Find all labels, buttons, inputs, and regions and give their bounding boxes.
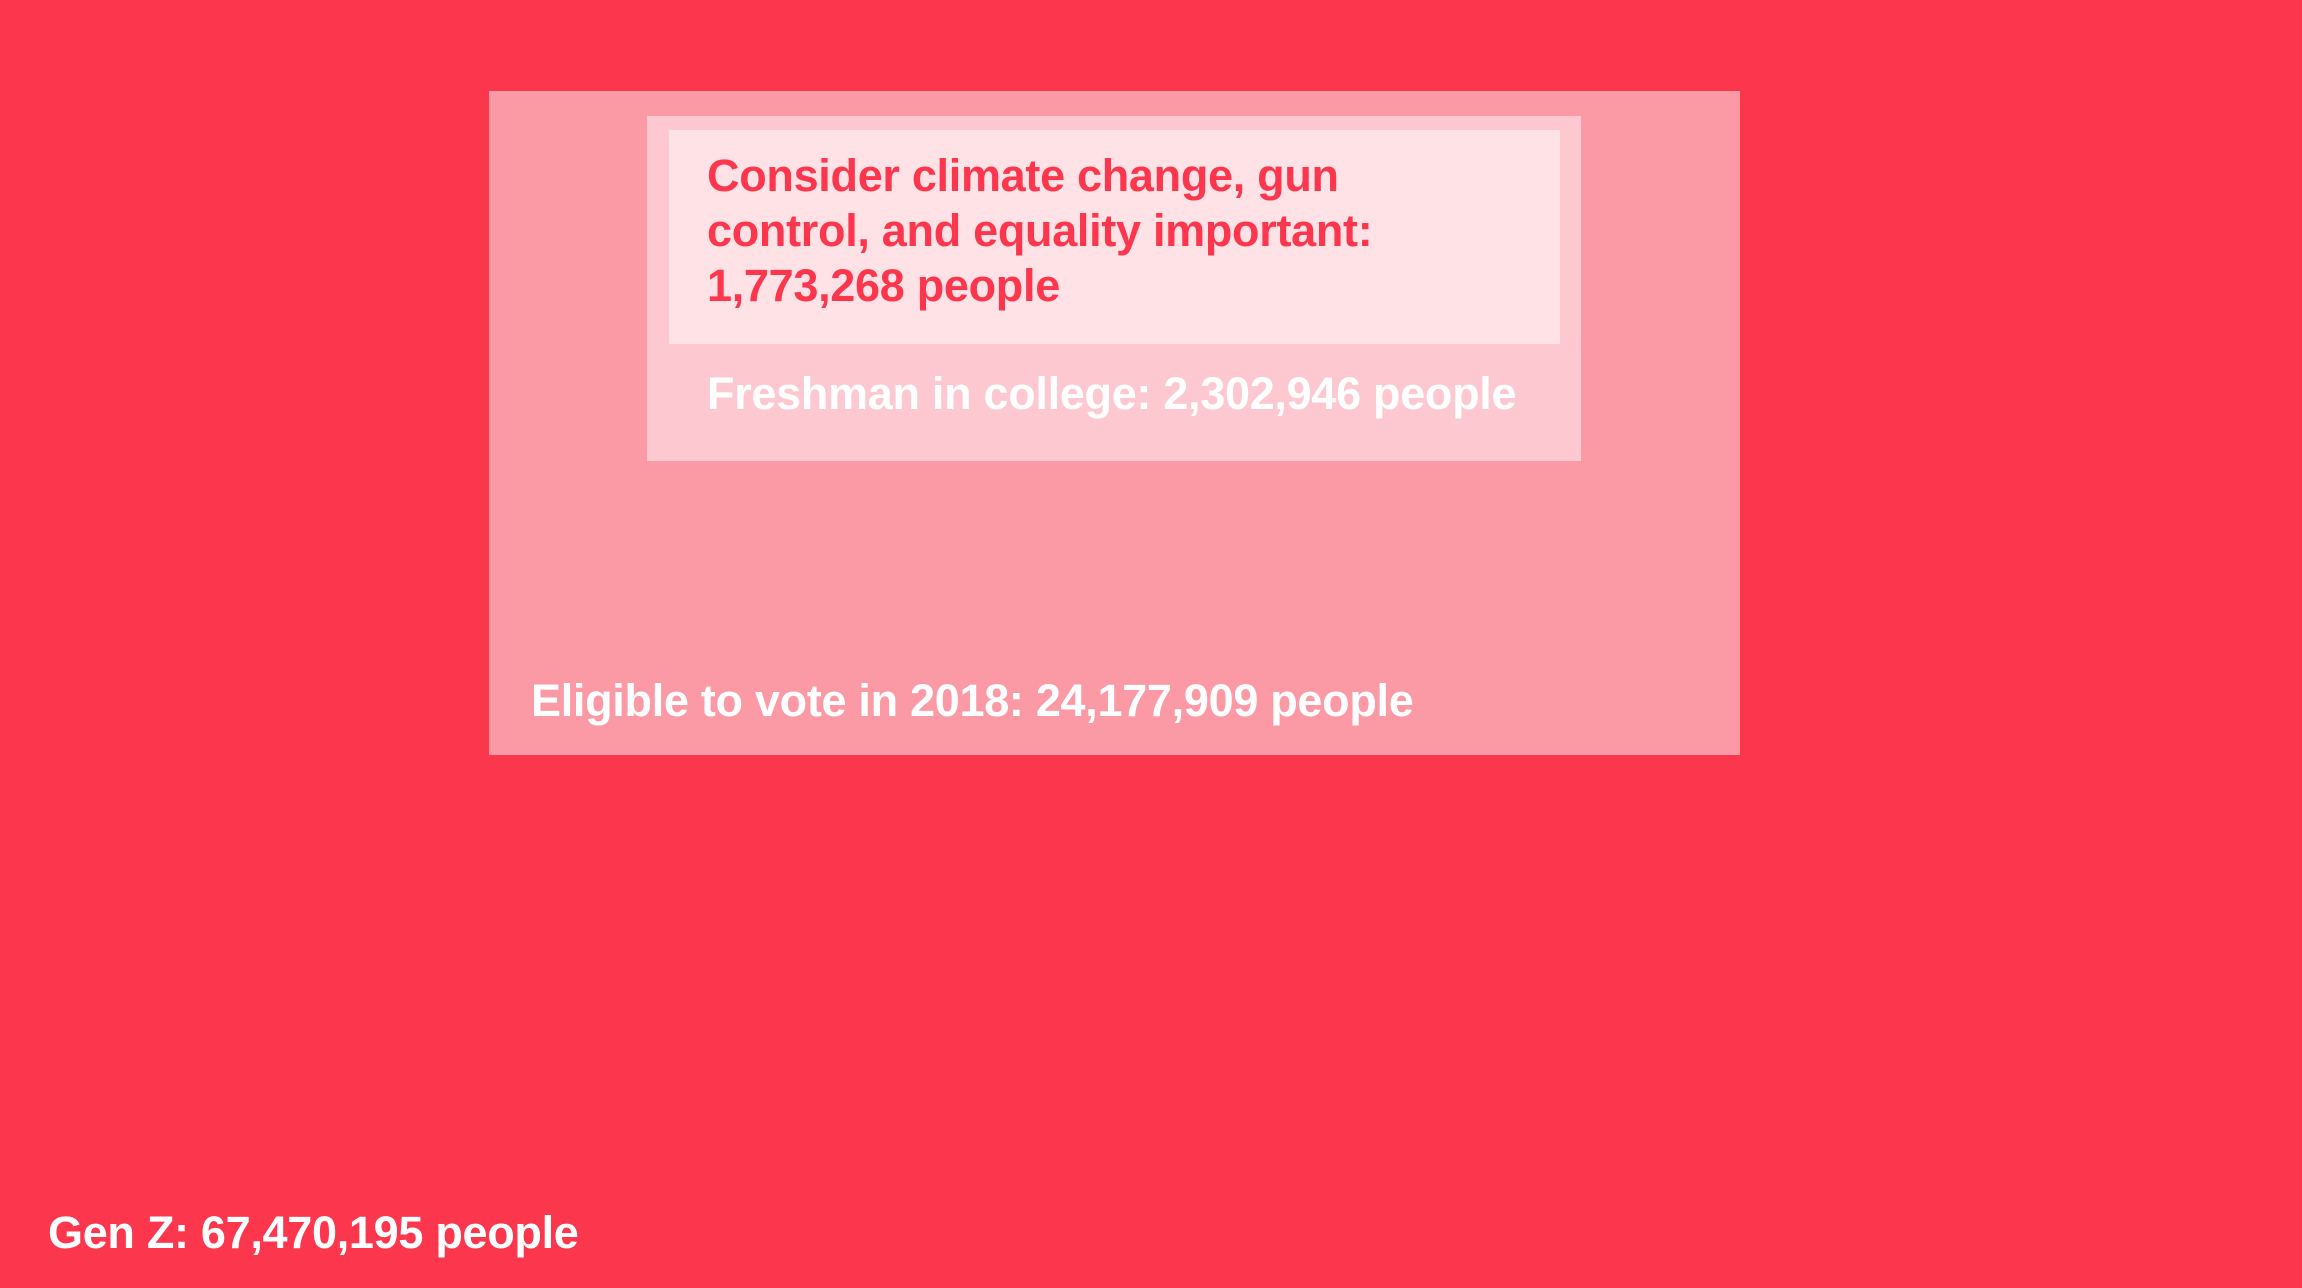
venn-diagram: { "colors": { "background": "#fb364d", "… bbox=[0, 0, 2302, 1288]
college-freshman-label: Freshman in college: 2,302,946 people bbox=[707, 368, 1517, 419]
eligible-voters-label: Eligible to vote in 2018: 24,177,909 peo… bbox=[531, 675, 1414, 726]
issues-important-label: Consider climate change, gun control, an… bbox=[707, 150, 1373, 311]
gen-z-label: Gen Z: 67,470,195 people bbox=[48, 1207, 579, 1258]
